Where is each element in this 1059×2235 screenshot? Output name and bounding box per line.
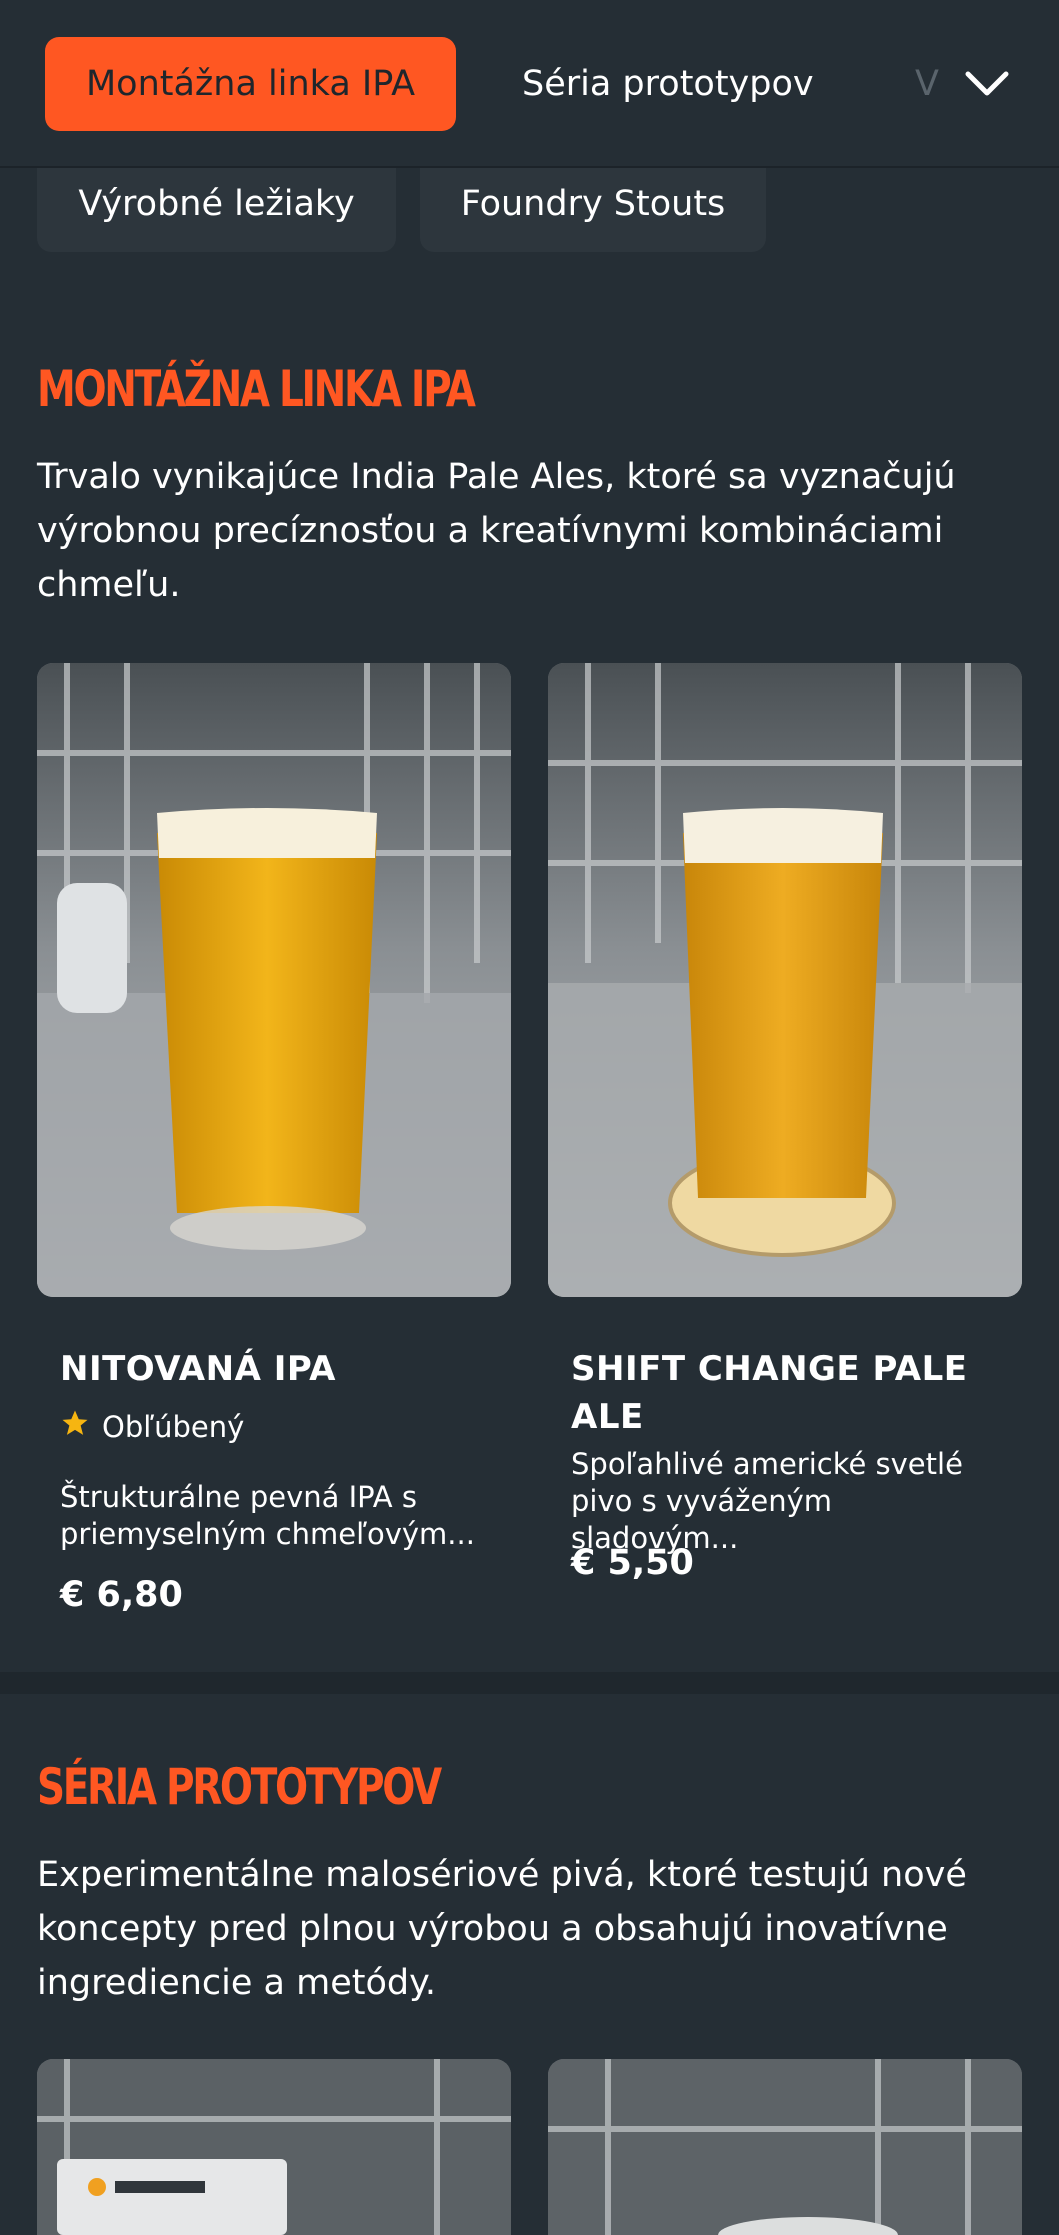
beer-photo[interactable] [37, 2059, 511, 2235]
beer-photo[interactable] [548, 663, 1022, 1297]
favorite-label: Obľúbený [102, 1409, 245, 1444]
tab-prototype-series[interactable]: Séria prototypov [522, 37, 814, 131]
section-title: SÉRIA PROTOTYPOV [37, 1758, 442, 1816]
tab-ipa-assembly-line[interactable]: Montážna linka IPA [45, 37, 456, 131]
tab-label: Montážna linka IPA [85, 64, 416, 104]
category-tab-bar: Montážna linka IPA Séria prototypov V [0, 0, 1059, 168]
item-description: Štrukturálne pevná IPA s priemyselným ch… [60, 1480, 475, 1551]
item-name-line: SHIFT CHANGE PALE [571, 1349, 968, 1389]
beer-photo[interactable] [548, 2059, 1022, 2235]
item-price: € 5,50 [571, 1543, 694, 1583]
tab-label: Séria prototypov [522, 64, 814, 104]
chevron-down-icon[interactable] [962, 62, 1012, 106]
tab-label: V [915, 64, 939, 104]
item-description: Spoľahlivé americké svetlé pivo s vyváže… [571, 1447, 963, 1555]
category-pill-label: Foundry Stouts [460, 184, 726, 224]
item-name[interactable]: NITOVANÁ IPA [60, 1345, 336, 1393]
item-price: € 6,80 [60, 1575, 183, 1615]
favorite-badge: Obľúbený [60, 1408, 244, 1445]
star-icon [60, 1408, 90, 1445]
section-description: Experimentálne malosériové pivá, ktoré t… [37, 1855, 967, 2003]
section-title: MONTÁŽNA LINKA IPA [37, 360, 476, 418]
beer-photo[interactable] [37, 663, 511, 1297]
section-divider [0, 1672, 1059, 1694]
item-name[interactable]: SHIFT CHANGE PALE ALE [571, 1345, 968, 1441]
section-description: Trvalo vynikajúce India Pale Ales, ktoré… [37, 457, 956, 605]
item-name-line: ALE [571, 1397, 644, 1437]
tab-overflow-partial[interactable]: V [915, 37, 941, 131]
category-pill-label: Výrobné ležiaky [78, 184, 355, 224]
